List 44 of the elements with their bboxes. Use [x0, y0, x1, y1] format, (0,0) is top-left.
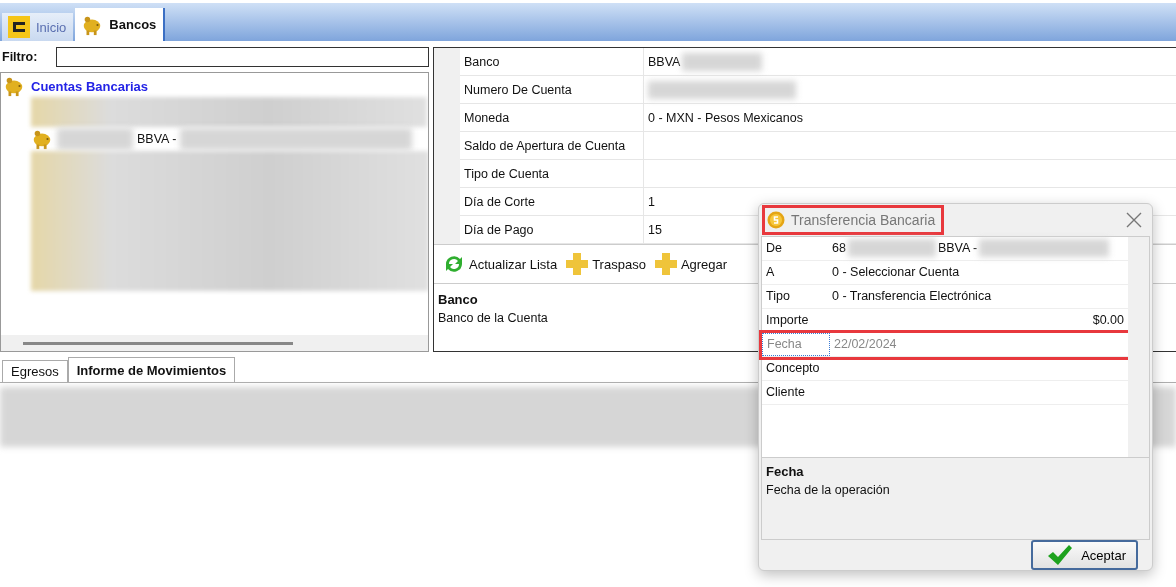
description-text: Fecha de la operación — [766, 482, 890, 497]
field-label: Importe — [765, 312, 810, 330]
tab[interactable]: Bancos — [75, 8, 166, 41]
filter-label: Filtro: — [2, 50, 39, 64]
tab[interactable]: Informe de Movimientos — [67, 357, 236, 382]
toolbar-button[interactable]: Actualizar Lista — [442, 252, 558, 276]
coin-icon — [767, 210, 785, 229]
toolbar-button[interactable]: Traspaso — [565, 252, 646, 276]
vertical-scrollbar[interactable] — [1128, 236, 1149, 457]
dialog-title: Transferencia Bancaria — [791, 211, 936, 228]
tree-root-label[interactable]: Cuentas Bancarias — [31, 78, 149, 94]
field-value[interactable]: 22/02/2024 — [834, 337, 897, 352]
tree-item-label[interactable]: BBVA - — [137, 132, 177, 146]
horizontal-scrollbar[interactable] — [1, 335, 428, 351]
field-value[interactable]: 0 - Seleccionar Cuenta — [832, 265, 960, 280]
field-label: A — [765, 264, 776, 282]
property-value: 1 — [648, 194, 655, 209]
description-title: Fecha — [766, 463, 804, 479]
field-label: Concepto — [765, 360, 821, 378]
description-title: Banco — [438, 292, 478, 307]
property-value: 15 — [648, 222, 662, 237]
piggy-bank-icon — [3, 75, 25, 97]
field-label: Fecha — [762, 332, 830, 356]
field-label: Tipo — [765, 288, 791, 306]
property-value: BBVA — [648, 54, 681, 69]
plus-icon — [653, 252, 678, 276]
piggy-bank-icon — [31, 128, 53, 150]
accept-button[interactable]: Aceptar — [1031, 540, 1138, 570]
plus-icon — [565, 252, 590, 276]
tab[interactable]: Inicio — [2, 13, 74, 41]
field-label: Cliente — [765, 384, 806, 402]
property-value: 0 - MXN - Pesos Mexicanos — [648, 110, 803, 125]
description-text: Banco de la Cuenta — [438, 311, 548, 325]
field-value[interactable]: 68 — [832, 241, 846, 256]
field-value[interactable]: 0 - Transferencia Electrónica — [832, 289, 992, 304]
logo-icon — [8, 16, 30, 38]
toolbar-button[interactable]: Agregar — [653, 252, 728, 276]
field-value[interactable]: BBVA - — [937, 241, 978, 256]
close-button[interactable] — [1126, 211, 1142, 228]
filter-field[interactable] — [56, 47, 429, 67]
field-value[interactable]: $0.00 — [1092, 313, 1124, 328]
field-label: De — [765, 240, 783, 258]
check-icon — [1047, 544, 1074, 566]
tab[interactable]: Egresos — [2, 360, 68, 382]
